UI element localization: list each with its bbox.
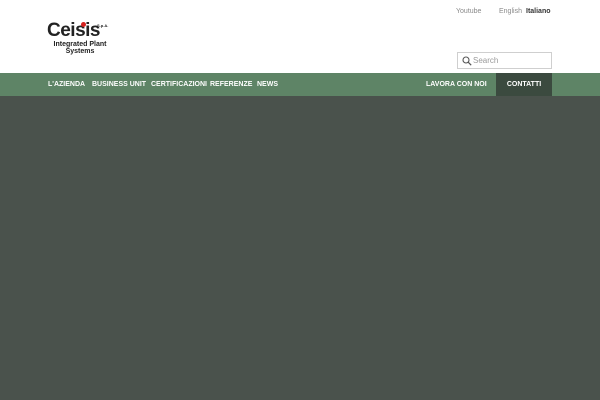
logo-red-dot [81,22,86,27]
nav-item-azienda[interactable]: L'AZIENDA [48,73,85,96]
language-english-link[interactable]: English [499,8,522,15]
nav-item-referenze[interactable]: REFERENZE [210,73,252,96]
search-box [457,52,552,69]
logo-spa: S.p.A. [97,23,109,28]
ceisis-logo[interactable]: Ceisis S.p.A. Integrated Plant Systems [47,21,113,57]
logo-wordmark: Ceisis [47,20,100,41]
hero-area [0,96,600,400]
nav-item-certificazioni[interactable]: CERTIFICAZIONI [151,73,207,96]
youtube-link[interactable]: Youtube [456,8,481,15]
nav-item-business-unit[interactable]: BUSINESS UNIT [92,73,146,96]
logo-tagline: Integrated Plant Systems [53,41,107,55]
nav-item-lavora-con-noi[interactable]: LAVORA CON NOI [426,73,487,96]
search-icon[interactable] [462,56,472,66]
search-input[interactable] [473,54,549,67]
main-navbar: L'AZIENDA BUSINESS UNIT CERTIFICAZIONI R… [0,73,600,96]
nav-item-contatti[interactable]: CONTATTI [496,73,552,96]
site-header: Ceisis S.p.A. Integrated Plant Systems Y… [0,0,600,73]
language-italiano-link[interactable]: Italiano [526,8,551,15]
nav-item-news[interactable]: NEWS [257,73,278,96]
